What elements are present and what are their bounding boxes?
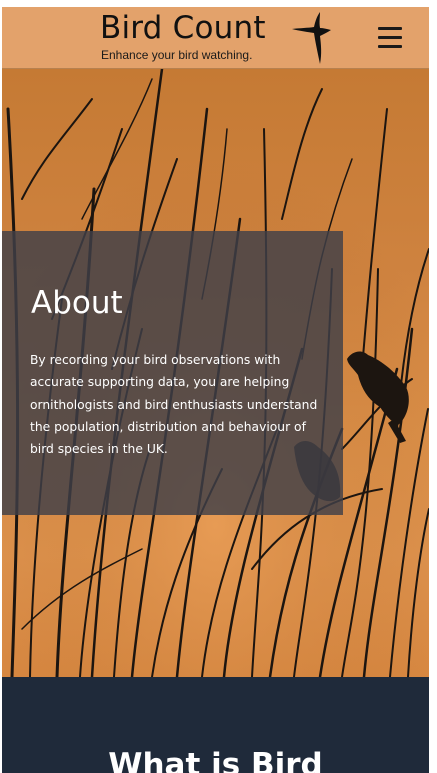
about-panel: About By recording your bird observation… xyxy=(2,231,343,515)
what-is-section: What is Bird xyxy=(2,677,429,773)
hamburger-menu-icon xyxy=(378,27,402,30)
bird-logo-icon xyxy=(292,12,331,64)
site-tagline: Enhance your bird watching. xyxy=(101,48,253,62)
menu-button[interactable] xyxy=(378,27,404,49)
section-heading: What is Bird xyxy=(108,747,323,773)
site-title: Bird Count xyxy=(100,10,266,46)
site-logo[interactable]: Bird Count Enhance your bird watching. xyxy=(100,10,340,66)
page: Bird Count Enhance your bird watching. A… xyxy=(2,7,429,773)
site-header: Bird Count Enhance your bird watching. xyxy=(2,7,429,69)
about-heading: About xyxy=(31,285,123,321)
about-description: By recording your bird observations with… xyxy=(30,353,318,457)
hero-section: About By recording your bird observation… xyxy=(2,69,429,677)
